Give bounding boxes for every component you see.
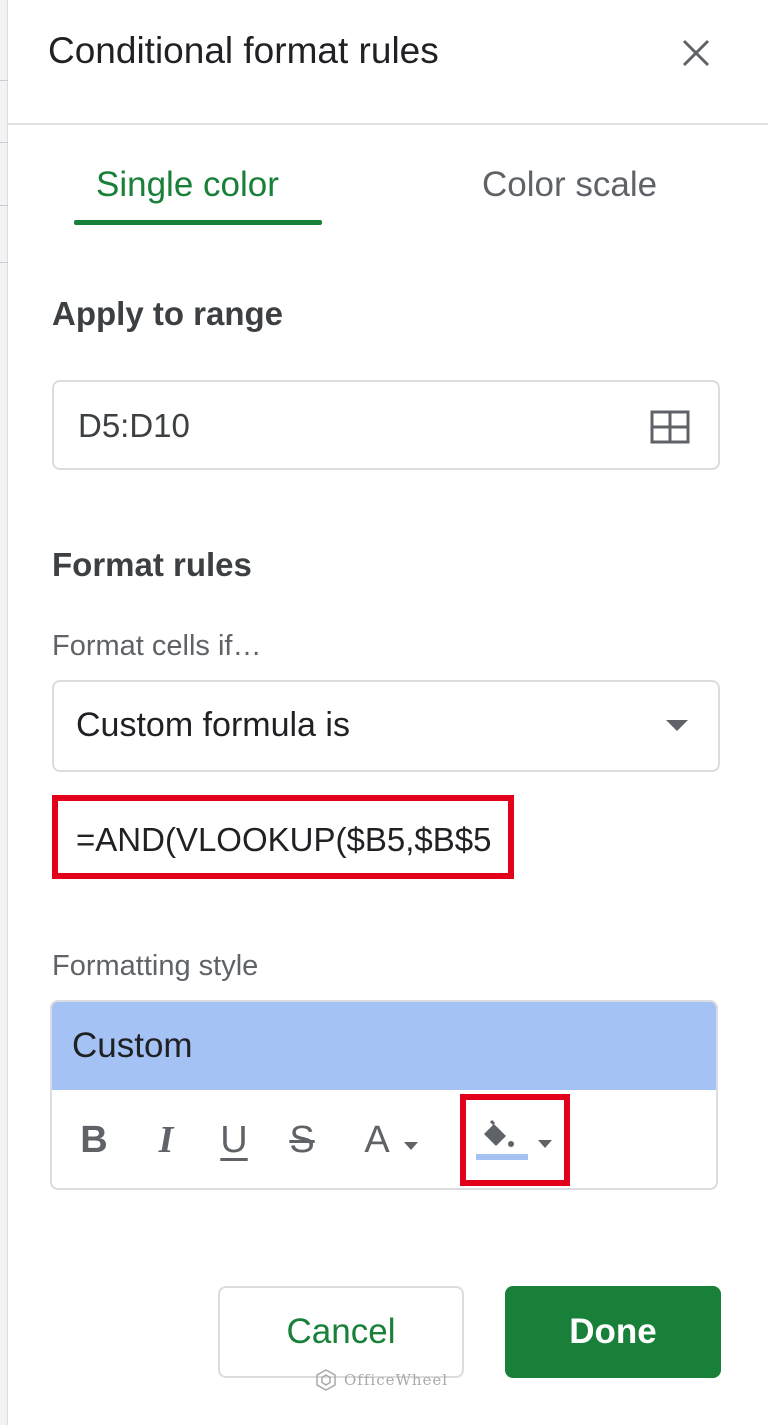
tab-single-color[interactable]: Single color: [96, 165, 279, 205]
close-button[interactable]: [676, 33, 716, 73]
formatting-toolbar: B I U S A: [52, 1090, 716, 1188]
format-rules-label: Format rules: [52, 546, 252, 583]
watermark: OfficeWheel: [314, 1368, 448, 1392]
range-input[interactable]: D5:D10: [52, 380, 720, 470]
underline-icon: U: [220, 1118, 248, 1161]
apply-to-range-label: Apply to range: [52, 295, 284, 332]
sheet-edge-divider: [0, 142, 8, 143]
underline-button[interactable]: U: [212, 1090, 256, 1188]
format-cells-if-label: Format cells if…: [52, 630, 262, 662]
chevron-down-icon: [403, 1142, 418, 1150]
strikethrough-icon: S: [289, 1118, 315, 1161]
formatting-style-label: Formatting style: [52, 950, 259, 982]
fill-color-highlight: [460, 1094, 570, 1186]
done-button[interactable]: Done: [505, 1286, 721, 1378]
officewheel-logo-icon: [316, 1369, 336, 1391]
text-color-button[interactable]: A: [352, 1090, 432, 1188]
sheet-edge-divider: [0, 80, 8, 81]
bold-icon: B: [80, 1118, 108, 1161]
tab-color-scale[interactable]: Color scale: [482, 165, 657, 205]
formatting-style-box: Custom B I U S A: [50, 1000, 718, 1190]
style-preview[interactable]: Custom: [52, 1002, 716, 1090]
watermark-text: OfficeWheel: [344, 1371, 449, 1389]
bold-button[interactable]: B: [72, 1090, 116, 1188]
condition-select-value: Custom formula is: [76, 706, 350, 744]
panel-header: Conditional format rules: [8, 0, 768, 125]
custom-formula-input[interactable]: =AND(VLOOKUP($B5,$B$5: [52, 795, 514, 879]
condition-select[interactable]: Custom formula is: [52, 680, 720, 772]
sheet-edge-divider: [0, 262, 8, 263]
italic-button[interactable]: I: [144, 1090, 188, 1188]
strikethrough-button[interactable]: S: [280, 1090, 324, 1188]
cancel-button[interactable]: Cancel: [218, 1286, 464, 1378]
text-color-icon: A: [364, 1118, 390, 1161]
panel-title: Conditional format rules: [48, 30, 439, 71]
custom-formula-value: =AND(VLOOKUP($B5,$B$5: [76, 821, 492, 858]
dropdown-arrow-icon: [666, 720, 688, 731]
select-range-button[interactable]: [650, 410, 690, 449]
grid-select-icon: [650, 410, 690, 444]
sheet-edge-strip: [0, 0, 8, 1425]
range-value: D5:D10: [78, 407, 190, 444]
active-tab-indicator: [74, 220, 322, 225]
italic-icon: I: [158, 1119, 174, 1161]
sheet-edge-divider: [0, 205, 8, 206]
close-icon: [682, 39, 710, 67]
conditional-format-panel: Conditional format rules Single color Co…: [8, 0, 768, 1425]
style-preview-label: Custom: [72, 1026, 193, 1065]
